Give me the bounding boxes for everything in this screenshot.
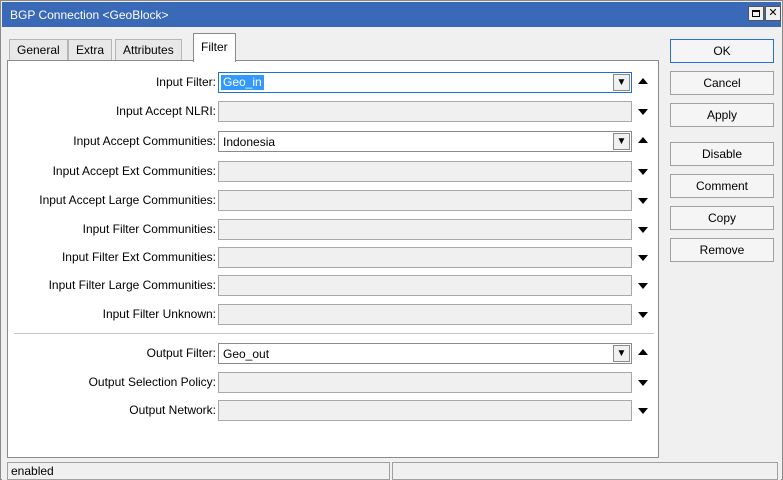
output-filter-label: Output Filter: <box>146 346 216 360</box>
input-filter-unknown-field[interactable] <box>218 304 632 325</box>
input-filter-field[interactable]: Geo_in ▼ <box>218 72 632 93</box>
expand-arrow-icon[interactable] <box>638 198 648 204</box>
input-filter-large-communities-field[interactable] <box>218 275 632 296</box>
input-accept-large-communities-label: Input Accept Large Communities: <box>39 193 216 207</box>
comment-button[interactable]: Comment <box>670 174 774 198</box>
tab-general[interactable]: General <box>9 39 68 61</box>
input-accept-large-communities-field[interactable] <box>218 190 632 211</box>
output-selection-policy-field[interactable] <box>218 372 632 393</box>
collapse-arrow-icon[interactable] <box>638 78 648 84</box>
input-filter-unknown-label: Input Filter Unknown: <box>102 307 216 321</box>
tab-attributes[interactable]: Attributes <box>115 39 182 61</box>
status-bar: enabled <box>2 462 781 480</box>
input-filter-label: Input Filter: <box>155 75 216 89</box>
collapse-arrow-icon[interactable] <box>638 137 648 143</box>
form-row-output-selection-policy: Output Selection Policy: <box>8 372 660 394</box>
cancel-button[interactable]: Cancel <box>670 71 774 95</box>
form-row-output-filter: Output Filter: Geo_out ▼ <box>8 343 660 365</box>
expand-arrow-icon[interactable] <box>638 312 648 318</box>
form-row-input-filter: Input Filter: Geo_in ▼ <box>8 72 660 94</box>
input-filter-value: Geo_in <box>221 75 264 90</box>
bgp-connection-window: BGP Connection <GeoBlock> ✕ General Extr… <box>0 0 783 480</box>
form-row-input-filter-large-communities: Input Filter Large Communities: <box>8 275 660 297</box>
form-row-input-filter-unknown: Input Filter Unknown: <box>8 304 660 326</box>
apply-button[interactable]: Apply <box>670 103 774 127</box>
disable-button[interactable]: Disable <box>670 142 774 166</box>
form-row-input-accept-nlri: Input Accept NLRI: <box>8 101 660 123</box>
output-filter-value: Geo_out <box>223 347 270 361</box>
minimize-icon <box>752 10 760 17</box>
form-row-input-accept-large-communities: Input Accept Large Communities: <box>8 190 660 212</box>
input-accept-communities-field[interactable]: Indonesia ▼ <box>218 131 632 152</box>
section-divider <box>14 333 654 334</box>
status-text: enabled <box>7 462 390 480</box>
expand-arrow-icon[interactable] <box>638 169 648 175</box>
output-network-field[interactable] <box>218 400 632 421</box>
input-filter-communities-label: Input Filter Communities: <box>82 222 216 236</box>
status-text-secondary <box>392 462 778 480</box>
form-row-input-filter-ext-communities: Input Filter Ext Communities: <box>8 247 660 269</box>
expand-arrow-icon[interactable] <box>638 380 648 386</box>
expand-arrow-icon[interactable] <box>638 255 648 261</box>
input-accept-ext-communities-field[interactable] <box>218 161 632 182</box>
output-filter-field[interactable]: Geo_out ▼ <box>218 343 632 364</box>
expand-arrow-icon[interactable] <box>638 408 648 414</box>
input-filter-ext-communities-field[interactable] <box>218 247 632 268</box>
collapse-arrow-icon[interactable] <box>638 349 648 355</box>
dropdown-icon[interactable]: ▼ <box>613 133 630 150</box>
input-accept-ext-communities-label: Input Accept Ext Communities: <box>52 164 216 178</box>
input-accept-nlri-field[interactable] <box>218 101 632 122</box>
expand-arrow-icon[interactable] <box>638 227 648 233</box>
input-filter-communities-field[interactable] <box>218 219 632 240</box>
form-row-input-filter-communities: Input Filter Communities: <box>8 219 660 241</box>
form-row-output-network: Output Network: <box>8 400 660 422</box>
dropdown-icon[interactable]: ▼ <box>613 74 630 91</box>
input-accept-nlri-label: Input Accept NLRI: <box>115 104 216 118</box>
expand-arrow-icon[interactable] <box>638 283 648 289</box>
copy-button[interactable]: Copy <box>670 206 774 230</box>
output-network-label: Output Network: <box>129 403 216 417</box>
close-icon: ✕ <box>768 7 778 19</box>
form-row-input-accept-communities: Input Accept Communities: Indonesia ▼ <box>8 131 660 153</box>
output-selection-policy-label: Output Selection Policy: <box>88 375 216 389</box>
filter-panel: Input Filter: Geo_in ▼ Input Accept NLRI… <box>7 60 659 458</box>
input-filter-large-communities-label: Input Filter Large Communities: <box>48 278 216 292</box>
tab-extra[interactable]: Extra <box>68 39 113 61</box>
minimize-button[interactable] <box>748 6 764 21</box>
input-accept-communities-value: Indonesia <box>223 135 276 149</box>
dropdown-icon[interactable]: ▼ <box>613 345 630 362</box>
ok-button[interactable]: OK <box>670 39 774 63</box>
form-row-input-accept-ext-communities: Input Accept Ext Communities: <box>8 161 660 183</box>
title-bar[interactable]: BGP Connection <GeoBlock> ✕ <box>2 2 781 27</box>
expand-arrow-icon[interactable] <box>638 109 648 115</box>
close-button[interactable]: ✕ <box>765 6 781 21</box>
tab-filter[interactable]: Filter <box>193 33 236 62</box>
window-title: BGP Connection <GeoBlock> <box>10 8 169 22</box>
input-accept-communities-label: Input Accept Communities: <box>73 134 216 148</box>
input-filter-ext-communities-label: Input Filter Ext Communities: <box>61 250 216 264</box>
remove-button[interactable]: Remove <box>670 238 774 262</box>
